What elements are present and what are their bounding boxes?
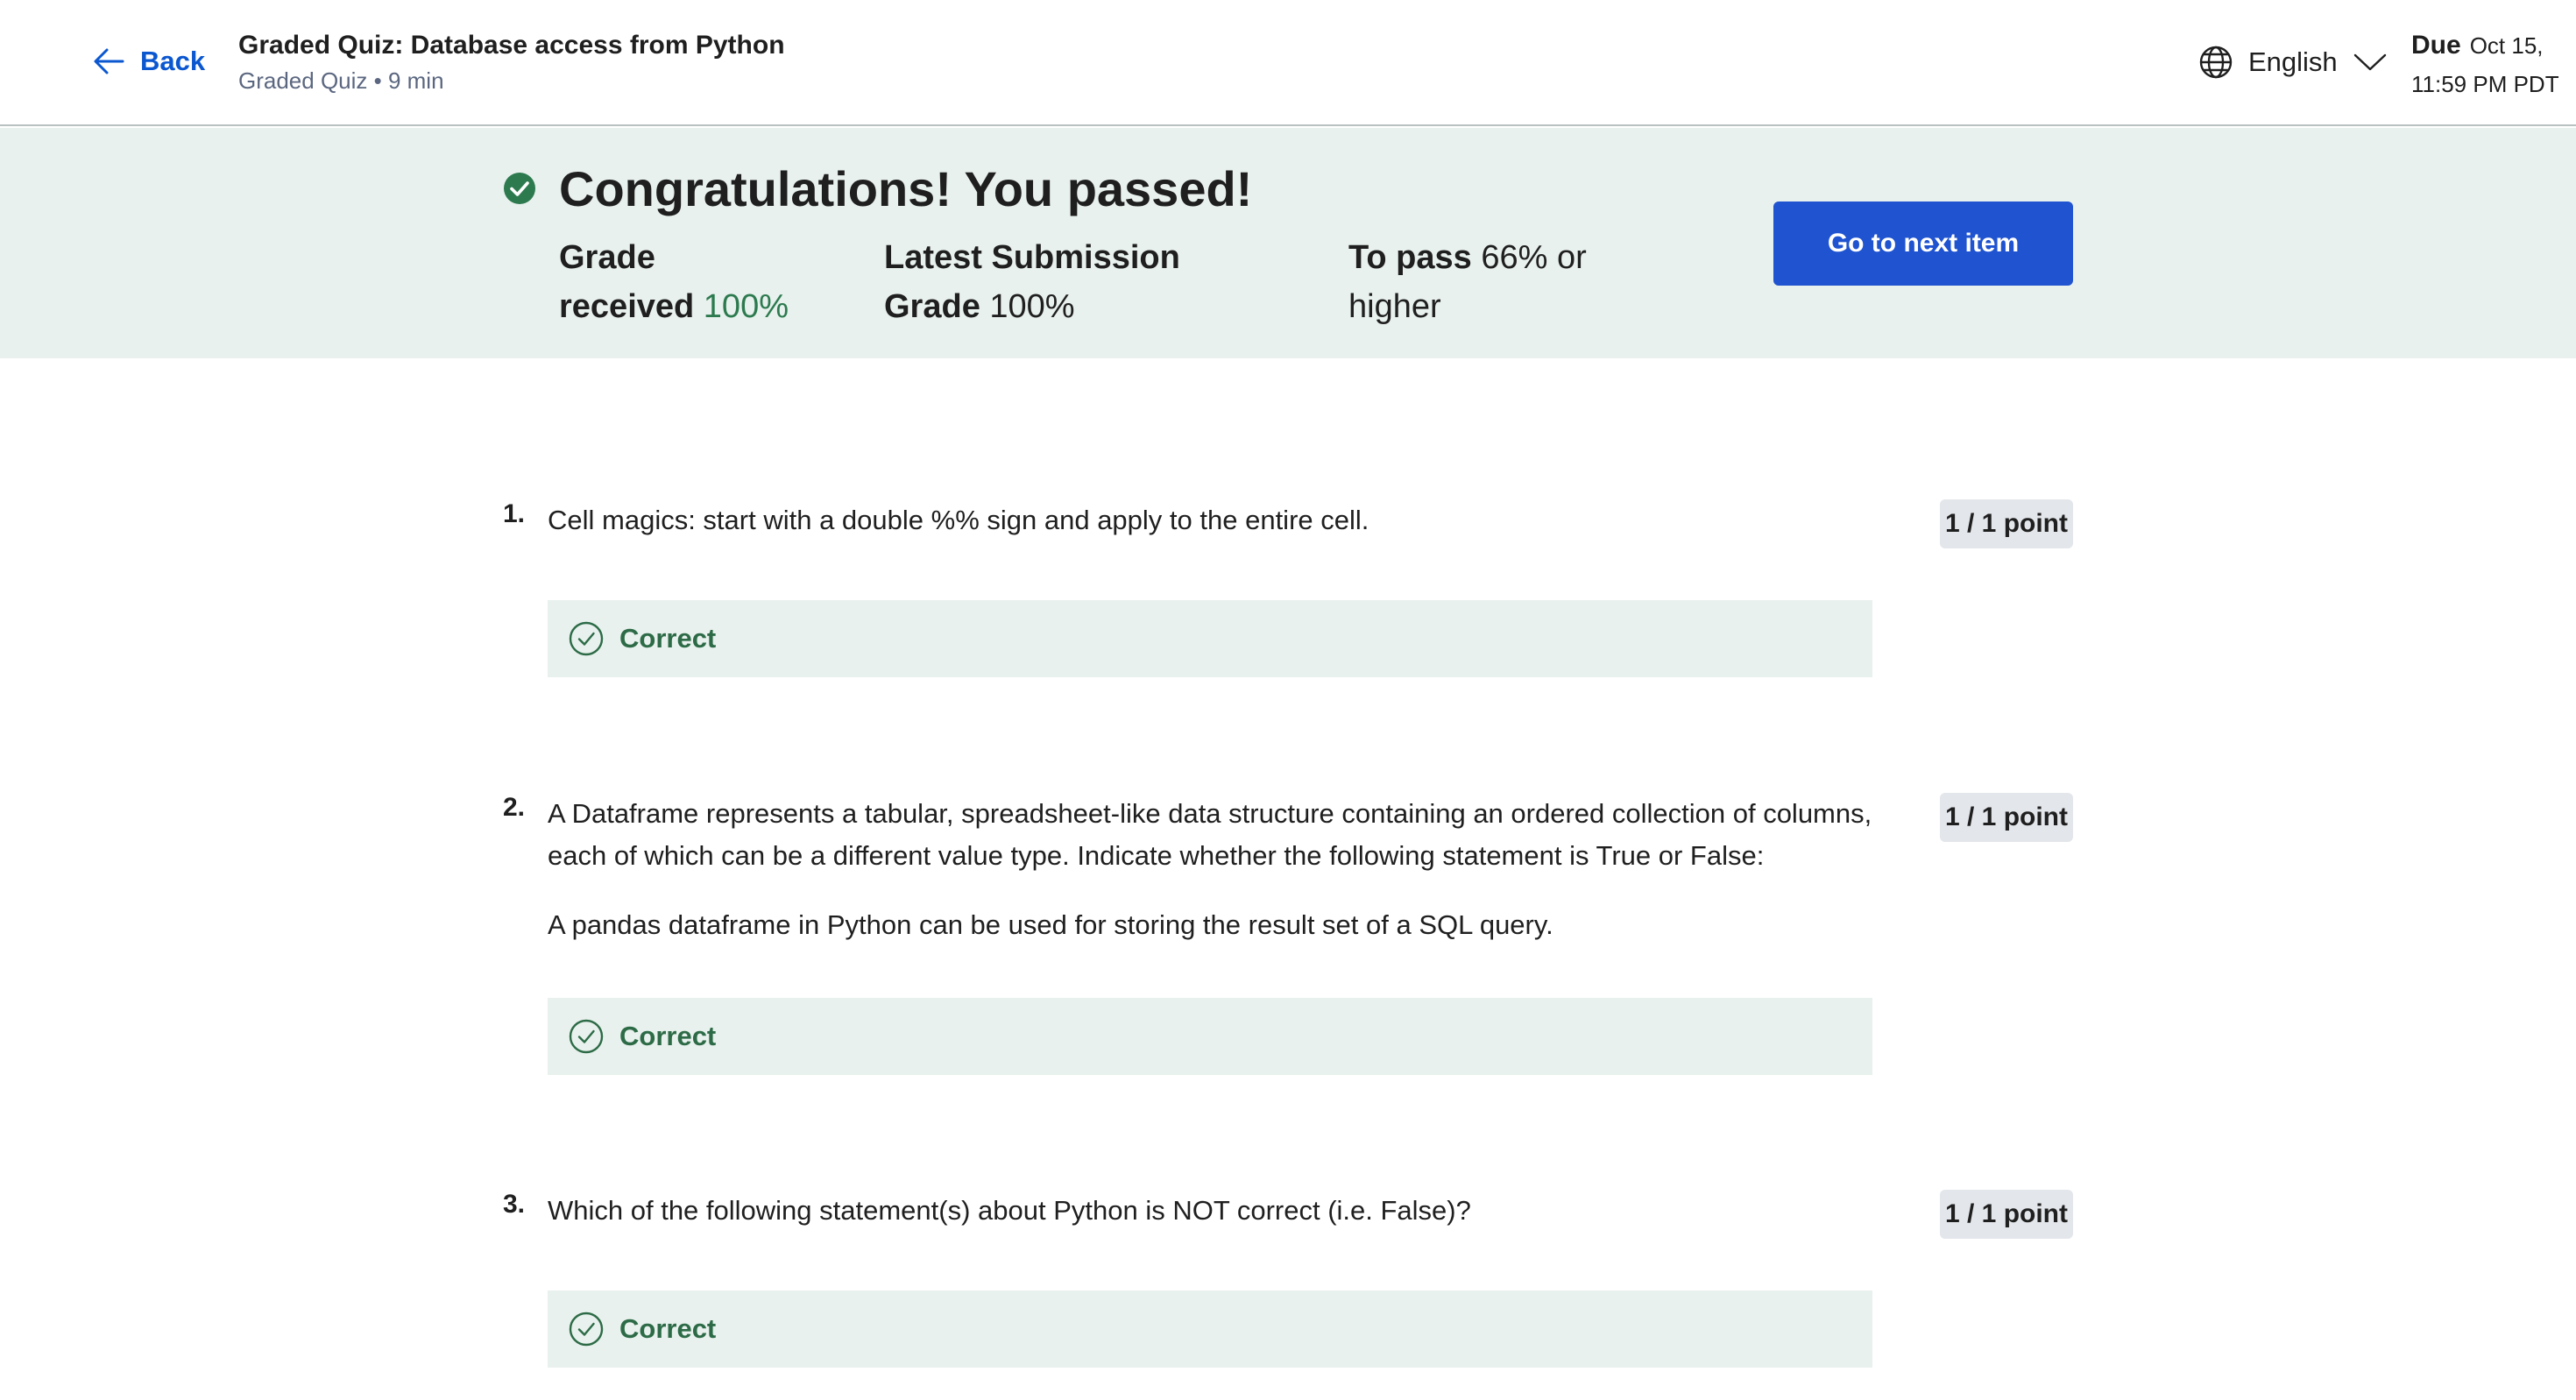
- correct-label: Correct: [619, 1021, 717, 1051]
- correct-feedback: Correct: [548, 600, 1872, 677]
- points-badge: 1 / 1 point: [1940, 793, 2073, 842]
- grade-received: Grade received 100%: [559, 233, 789, 331]
- due-date-line2: 11:59 PM PDT: [2411, 71, 2559, 97]
- correct-label: Correct: [619, 1313, 717, 1344]
- arrow-left-icon: [94, 48, 124, 74]
- pass-label: To pass: [1348, 239, 1472, 276]
- correct-feedback: Correct: [548, 998, 1872, 1075]
- grade-value: 100%: [703, 288, 789, 325]
- correct-feedback: Correct: [548, 1290, 1872, 1368]
- pass-heading: Congratulations! You passed!: [559, 161, 1253, 216]
- latest-label-1: Latest Submission: [884, 239, 1180, 276]
- question-number: 1.: [503, 499, 526, 528]
- check-circle-outline-icon: [569, 1312, 604, 1347]
- latest-value: 100%: [989, 288, 1075, 325]
- due-date-line1: Oct 15,: [2469, 32, 2544, 59]
- go-to-next-item-button[interactable]: Go to next item: [1773, 202, 2073, 286]
- due-label: Due: [2411, 31, 2461, 60]
- result-banner: [0, 128, 2576, 358]
- question-number: 3.: [503, 1190, 526, 1219]
- page-title: Graded Quiz: Database access from Python: [238, 31, 785, 60]
- globe-icon: [2199, 46, 2233, 79]
- pass-value-1: 66% or: [1481, 239, 1587, 276]
- correct-label: Correct: [619, 623, 717, 654]
- grade-label-1: Grade: [559, 239, 655, 276]
- pass-threshold: To pass 66% or higher: [1348, 233, 1587, 331]
- points-badge: 1 / 1 point: [1940, 1190, 2073, 1239]
- quiz-title-block: Graded Quiz: Database access from Python…: [238, 26, 785, 96]
- chevron-down-icon: [2353, 53, 2386, 71]
- question-text: A Dataframe represents a tabular, spread…: [548, 798, 1872, 871]
- question-text: Cell magics: start with a double %% sign…: [548, 505, 1369, 535]
- check-circle-outline-icon: [569, 621, 604, 656]
- question-number: 2.: [503, 793, 526, 822]
- question-text: Which of the following statement(s) abou…: [548, 1195, 1471, 1226]
- back-label: Back: [140, 46, 206, 76]
- top-header: Back Graded Quiz: Database access from P…: [0, 0, 2576, 126]
- language-label: English: [2248, 46, 2338, 77]
- back-button[interactable]: Back: [91, 44, 205, 79]
- pass-value-2: higher: [1348, 288, 1441, 325]
- grade-label-2: received: [559, 288, 695, 325]
- latest-label-2: Grade: [884, 288, 980, 325]
- points-badge: 1 / 1 point: [1940, 499, 2073, 548]
- check-circle-outline-icon: [569, 1019, 604, 1054]
- question-statement: A pandas dataframe in Python can be used…: [548, 909, 1553, 940]
- due-date: Due Oct 15, 11:59 PM PDT: [2411, 26, 2559, 103]
- latest-submission-grade: Latest Submission Grade 100%: [884, 233, 1180, 331]
- language-selector[interactable]: English: [2197, 44, 2388, 81]
- quiz-subtitle: Graded Quiz • 9 min: [238, 67, 444, 94]
- check-circle-icon: [504, 173, 535, 204]
